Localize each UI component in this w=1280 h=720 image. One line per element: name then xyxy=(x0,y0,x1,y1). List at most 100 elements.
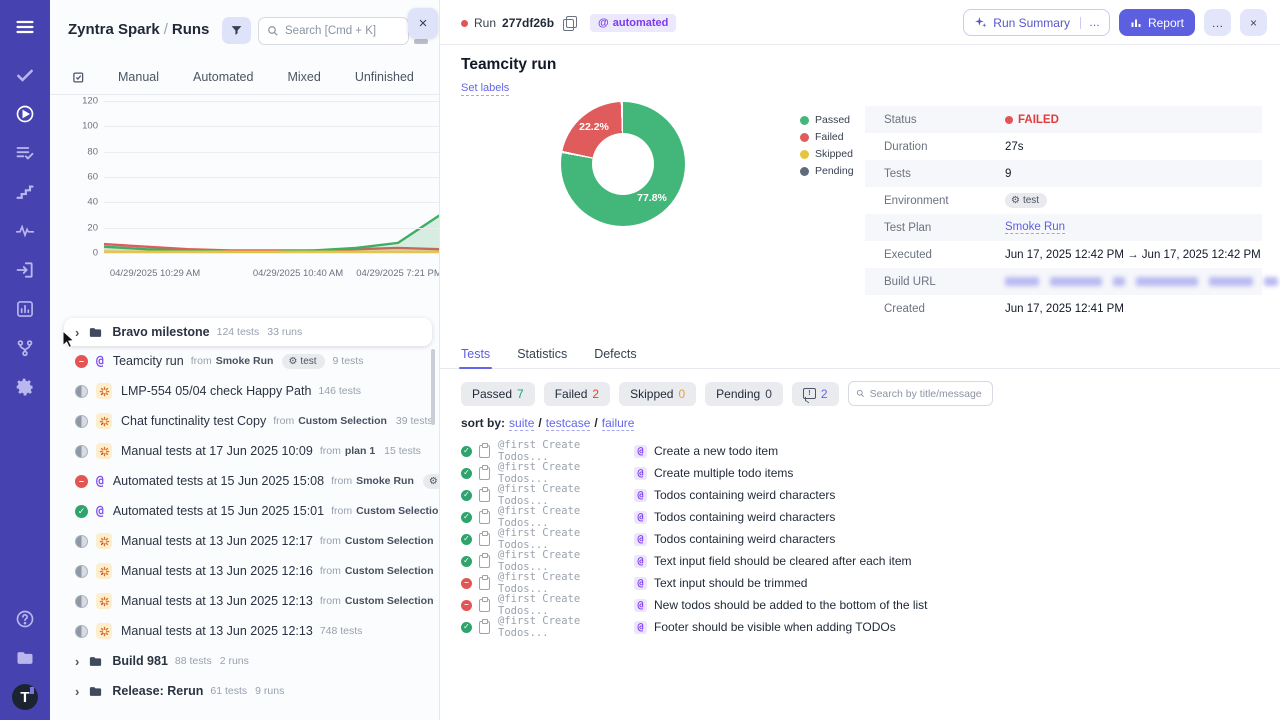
chip-passed[interactable]: Passed 7 xyxy=(461,381,535,406)
runs-tab-groups[interactable]: Groups xyxy=(431,70,439,84)
test-title[interactable]: Todos containing weird characters xyxy=(654,488,835,502)
play-circle-icon[interactable] xyxy=(12,101,38,127)
folder-count: 33 runs xyxy=(267,326,303,338)
chip-failed[interactable]: Failed 2 xyxy=(543,381,611,406)
gridline xyxy=(104,126,439,128)
test-title[interactable]: Todos containing weird characters xyxy=(654,510,835,524)
automated-run-icon: @ xyxy=(96,503,104,519)
redacted-url xyxy=(1136,277,1198,286)
select-all-icon[interactable] xyxy=(72,70,87,85)
run-summary-button[interactable]: Run Summary xyxy=(964,16,1080,30)
sparkle-icon xyxy=(975,17,987,28)
sort-link-suite[interactable]: suite xyxy=(509,416,535,431)
folder-row[interactable]: › Bravo milestone 124 tests 33 runs xyxy=(64,318,432,346)
runs-tab-automated[interactable]: Automated xyxy=(176,70,270,84)
folder-icon[interactable] xyxy=(12,645,38,671)
tab-tests[interactable]: Tests xyxy=(458,347,493,369)
runs-tab-manual[interactable]: Manual xyxy=(101,70,176,84)
from-plan[interactable]: Smoke Run xyxy=(216,355,274,367)
close-run-button[interactable]: × xyxy=(1240,9,1267,36)
panel-close-button[interactable]: × xyxy=(408,8,438,38)
from-plan[interactable]: plan 1 xyxy=(345,445,375,457)
tab-statistics[interactable]: Statistics xyxy=(517,347,567,368)
runs-search-input[interactable] xyxy=(285,25,395,37)
test-title[interactable]: New todos should be added to the bottom … xyxy=(654,598,928,612)
run-row[interactable]: ✓ @ Automated tests at 15 Jun 2025 15:01 fr… xyxy=(50,496,439,526)
from-plan[interactable]: Custom Selection xyxy=(345,565,434,577)
run-title: Automated tests at 15 Jun 2025 15:08 xyxy=(112,474,325,488)
brand-logo[interactable]: T xyxy=(12,684,38,710)
automated-chip[interactable]: @ automated xyxy=(590,14,677,32)
branch-icon[interactable] xyxy=(12,335,38,361)
pulse-icon[interactable] xyxy=(12,218,38,244)
test-title[interactable]: Create a new todo item xyxy=(654,444,778,458)
filter-button[interactable] xyxy=(222,17,251,44)
test-row[interactable]: ✓ @first Create Todos... @ Text input field… xyxy=(461,549,928,573)
breadcrumb-project[interactable]: Zyntra Spark xyxy=(68,21,160,38)
test-plan-link[interactable]: Smoke Run xyxy=(1005,221,1066,234)
import-icon[interactable] xyxy=(12,257,38,283)
passed-icon: ✓ xyxy=(75,504,88,518)
test-row[interactable]: ✓ @first Create Todos... @ Create multiple … xyxy=(461,461,928,485)
run-row[interactable]: Manual tests at 13 Jun 2025 12:13 from Cus… xyxy=(50,586,439,616)
test-row[interactable]: ✓ @first Create Todos... @ Todos containing… xyxy=(461,483,928,507)
test-row[interactable]: ✓ @first Create Todos... @ Create a new tod… xyxy=(461,439,928,463)
sort-link-failure[interactable]: failure xyxy=(601,416,635,431)
runs-tab-mixed[interactable]: Mixed xyxy=(270,70,337,84)
chip-count: 7 xyxy=(517,386,524,401)
suite-name: @first Create Todos... xyxy=(498,615,581,639)
folder-row[interactable]: › Build 981 88 tests 2 runs xyxy=(50,646,439,676)
set-labels-link[interactable]: Set labels xyxy=(461,82,510,96)
list-check-icon[interactable] xyxy=(12,140,38,166)
report-button[interactable]: Report xyxy=(1118,9,1195,36)
gear-icon[interactable] xyxy=(12,374,38,400)
test-row[interactable]: ✓ @first Create Todos... @ Todos containing… xyxy=(461,505,928,529)
from-plan[interactable]: Custom Selection xyxy=(298,415,387,427)
from-plan[interactable]: Custom Selection xyxy=(345,535,434,547)
steps-icon[interactable] xyxy=(12,179,38,205)
check-icon[interactable] xyxy=(12,62,38,88)
runs-tab-unfinished[interactable]: Unfinished xyxy=(338,70,431,84)
run-row[interactable]: Manual tests at 17 Jun 2025 10:09 from pla… xyxy=(50,436,439,466)
runs-scrollbar[interactable] xyxy=(431,349,435,425)
test-row[interactable]: ✓ @first Create Todos... @ Todos containing… xyxy=(461,527,928,551)
run-row[interactable]: Manual tests at 13 Jun 2025 12:13 748 tes… xyxy=(50,616,439,646)
tab-defects[interactable]: Defects xyxy=(594,347,636,368)
folder-row[interactable]: › Release: Rerun 61 tests 9 runs xyxy=(50,676,439,706)
test-title[interactable]: Todos containing weird characters xyxy=(654,532,835,546)
chip-pending[interactable]: Pending 0 xyxy=(705,381,783,406)
from-plan[interactable]: Smoke Run xyxy=(356,475,414,487)
menu-icon[interactable] xyxy=(12,14,38,40)
from-plan[interactable]: Custom Selection xyxy=(345,595,434,607)
breadcrumb-page[interactable]: Runs xyxy=(172,21,210,38)
copy-icon[interactable] xyxy=(563,16,578,31)
run-row[interactable]: LMP-554 05/04 check Happy Path 146 tests xyxy=(50,376,439,406)
test-title[interactable]: Footer should be visible when adding TOD… xyxy=(654,620,896,634)
run-row[interactable]: Chat functinality test Copy from Custom Se… xyxy=(50,406,439,436)
run-row[interactable]: Manual tests at 13 Jun 2025 12:16 from Cus… xyxy=(50,556,439,586)
run-row[interactable]: – @ Teamcity run from Smoke Run ⚙ test 9 tests xyxy=(50,346,439,376)
tests-search-input[interactable] xyxy=(869,387,985,400)
run-summary-more-button[interactable]: … xyxy=(1079,16,1109,29)
test-title[interactable]: Create multiple todo items xyxy=(654,466,793,480)
report-chart-icon[interactable] xyxy=(12,296,38,322)
test-row[interactable]: – @first Create Todos... @ Text input shoul… xyxy=(461,571,928,595)
help-icon[interactable] xyxy=(12,606,38,632)
from-plan[interactable]: Custom Selection xyxy=(356,505,439,517)
run-row[interactable]: Manual tests at 13 Jun 2025 12:17 from Cus… xyxy=(50,526,439,556)
chevron-right-icon[interactable]: › xyxy=(75,684,79,699)
sort-link-testcase[interactable]: testcase xyxy=(545,416,591,431)
comments-chip[interactable]: ! 2 xyxy=(791,381,839,406)
test-title[interactable]: Text input field should be cleared after… xyxy=(654,554,911,568)
run-row[interactable]: – @ Automated tests at 15 Jun 2025 15:08 fr… xyxy=(50,466,439,496)
more-button[interactable]: … xyxy=(1204,9,1231,36)
test-title[interactable]: Text input should be trimmed xyxy=(654,576,807,590)
test-row[interactable]: – @first Create Todos... @ New todos should… xyxy=(461,593,928,617)
automated-test-icon: @ xyxy=(634,488,647,502)
sort-row: sort by: suite / testcase / failure xyxy=(461,416,635,431)
redacted-url xyxy=(1113,277,1125,286)
detail-row: Build URL xyxy=(865,268,1278,295)
chip-skipped[interactable]: Skipped 0 xyxy=(619,381,697,406)
test-row[interactable]: ✓ @first Create Todos... @ Footer should be… xyxy=(461,615,928,639)
chevron-right-icon[interactable]: › xyxy=(75,654,79,669)
